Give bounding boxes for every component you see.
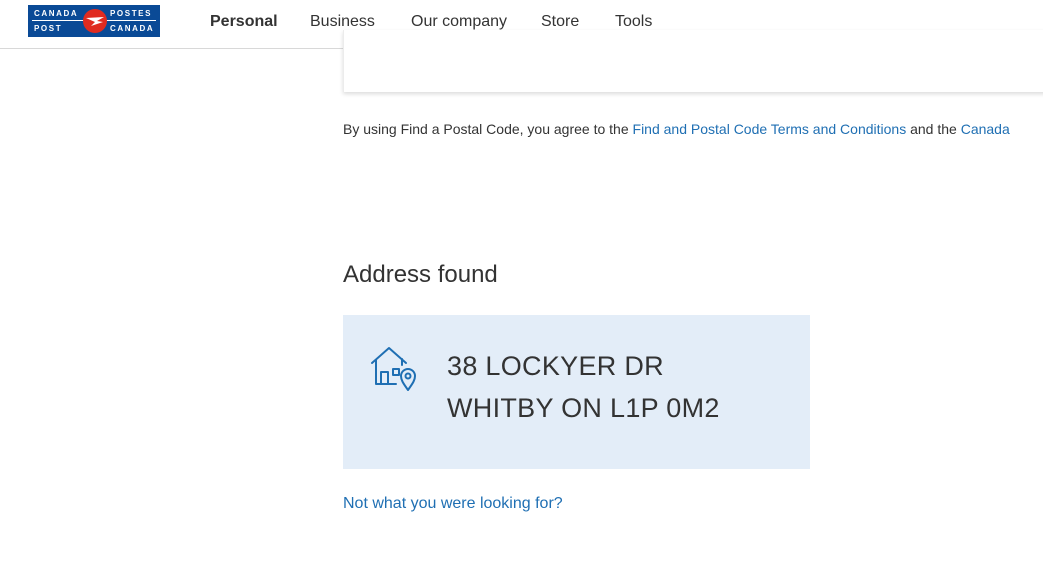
nav-store[interactable]: Store	[541, 13, 579, 31]
canada-post-logo[interactable]: CANADA POST POSTES CANADA	[28, 5, 160, 37]
terms-middle: and the	[906, 121, 961, 137]
nav-tools[interactable]: Tools	[615, 13, 652, 31]
canada-post-link[interactable]: Canada	[961, 121, 1010, 137]
terms-conditions-link[interactable]: Find and Postal Code Terms and Condition…	[633, 121, 907, 137]
logo-word-canada: CANADA	[34, 9, 79, 18]
address-result-card: 38 LOCKYER DR WHITBY ON L1P 0M2	[343, 315, 810, 469]
nav-our-company[interactable]: Our company	[411, 13, 507, 31]
nav-business[interactable]: Business	[310, 13, 375, 31]
house-location-icon	[369, 345, 419, 393]
search-form-card	[343, 30, 1043, 92]
address-line-city: WHITBY ON L1P 0M2	[447, 393, 720, 423]
address-line-street: 38 LOCKYER DR	[447, 351, 664, 381]
logo-word-post: POST	[34, 24, 63, 33]
nav-personal[interactable]: Personal	[210, 13, 278, 31]
terms-prefix: By using Find a Postal Code, you agree t…	[343, 121, 633, 137]
not-what-looking-for-link[interactable]: Not what you were looking for?	[343, 495, 563, 513]
terms-notice: By using Find a Postal Code, you agree t…	[343, 121, 1010, 137]
logo-word-canada-fr: CANADA	[110, 24, 155, 33]
logo-eagle-icon	[83, 9, 107, 33]
logo-word-postes: POSTES	[110, 9, 153, 18]
address-found-heading: Address found	[343, 261, 498, 288]
